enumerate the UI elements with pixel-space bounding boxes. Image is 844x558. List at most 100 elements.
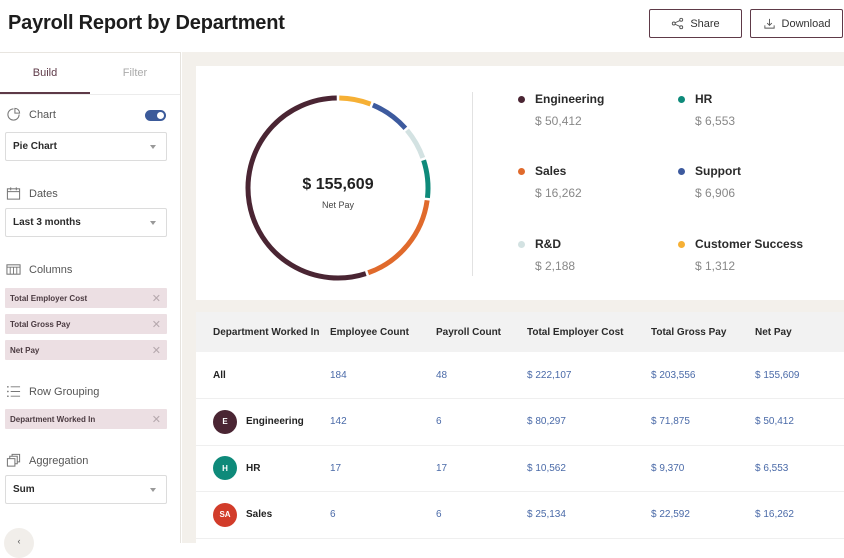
table-row[interactable]: E Engineering 142 6 $ 80,297 $ 71,875 $ 50,412 <box>196 398 844 446</box>
legend-label: HR <box>695 92 713 106</box>
legend-item: Support $ 6,906 <box>678 164 741 200</box>
download-button[interactable]: Download <box>750 9 843 38</box>
page-header: Payroll Report by Department Share Downl… <box>0 0 844 52</box>
donut-slice-customer-success[interactable] <box>339 95 372 107</box>
share-label: Share <box>690 17 720 30</box>
department-name: HR <box>246 462 261 474</box>
download-icon <box>763 18 775 29</box>
legend-value: $ 16,262 <box>535 186 582 200</box>
share-button[interactable]: Share <box>649 9 742 38</box>
column-chip: Net Pay ✕ <box>5 340 167 360</box>
sidebar-tabs: Build Filter <box>0 53 180 95</box>
department-name: Sales <box>246 509 273 521</box>
collapse-sidebar-button[interactable]: ‹ <box>4 528 34 558</box>
donut-center-label: Net Pay <box>321 200 354 210</box>
columns-label: Columns <box>29 263 73 276</box>
payroll-count-cell[interactable]: 17 <box>436 445 527 492</box>
chart-type-select[interactable]: Pie Chart <box>5 132 167 161</box>
calendar-icon <box>6 187 21 200</box>
column-header[interactable]: Total Gross Pay <box>651 312 755 352</box>
employer-cost-cell[interactable]: $ 10,562 <box>527 445 651 492</box>
donut-slice-sales[interactable] <box>367 199 430 276</box>
report-main: $ 155,609 Net Pay Engineering $ 50,412 H… <box>182 52 844 543</box>
employer-cost-cell[interactable]: $ 80,297 <box>527 398 651 446</box>
legend-value: $ 6,906 <box>695 186 736 200</box>
column-chip-label: Net Pay <box>10 345 40 355</box>
chart-section-label: Chart <box>6 107 56 122</box>
legend-label: Customer Success <box>695 237 804 251</box>
net-pay-cell[interactable]: $ 50,412 <box>755 398 844 446</box>
net-pay-cell[interactable]: $ 16,262 <box>755 491 844 539</box>
department-cell: H HR <box>213 456 330 481</box>
department-name: All <box>213 369 226 381</box>
legend-item: HR $ 6,553 <box>678 92 735 128</box>
gross-pay-cell[interactable]: $ 71,875 <box>651 398 755 446</box>
department-cell: E Engineering <box>213 409 330 434</box>
column-header[interactable]: Payroll Count <box>436 312 527 352</box>
chart-toggle[interactable] <box>145 110 166 121</box>
chevron-left-icon: ‹ <box>17 536 21 546</box>
remove-icon[interactable]: ✕ <box>152 344 161 357</box>
department-avatar: H <box>213 456 237 481</box>
table-row[interactable]: All 184 48 $ 222,107 $ 203,556 $ 155,609 <box>196 352 844 399</box>
remove-icon[interactable]: ✕ <box>152 413 161 426</box>
column-chip: Total Employer Cost ✕ <box>5 288 167 308</box>
table-row[interactable]: H HR 17 17 $ 10,562 $ 9,370 $ 6,553 <box>196 445 844 492</box>
tab-build[interactable]: Build <box>0 53 90 94</box>
table-header-row: Department Worked In Employee Count Payr… <box>196 312 844 352</box>
aggregation-section-label: Aggregation <box>6 453 88 468</box>
tab-filter[interactable]: Filter <box>90 53 180 94</box>
legend-dot <box>518 240 525 248</box>
aggregation-select[interactable]: Sum <box>5 475 167 504</box>
legend-dot <box>518 95 525 103</box>
legend-dot <box>678 240 685 248</box>
report-table: Department Worked In Employee Count Payr… <box>196 312 844 539</box>
chart-card: $ 155,609 Net Pay Engineering $ 50,412 H… <box>196 66 844 300</box>
donut-slice-support[interactable] <box>371 102 408 130</box>
chart-label: Chart <box>29 108 56 121</box>
copy-stack-icon <box>6 453 21 467</box>
chart-type-value: Pie Chart <box>13 141 57 152</box>
gross-pay-cell[interactable]: $ 22,592 <box>651 491 755 539</box>
chevron-down-icon <box>150 220 156 225</box>
payroll-count-cell[interactable]: 6 <box>436 398 527 446</box>
employee-count-cell[interactable]: 6 <box>330 491 436 539</box>
date-range-value: Last 3 months <box>13 217 81 228</box>
row-grouping-chip-label: Department Worked In <box>10 414 96 424</box>
employer-cost-cell[interactable]: $ 25,134 <box>527 491 651 539</box>
column-header[interactable]: Total Employer Cost <box>527 312 651 352</box>
legend-label: Engineering <box>535 92 605 106</box>
chart-icon <box>7 107 21 121</box>
employee-count-cell[interactable]: 17 <box>330 445 436 492</box>
payroll-count-cell[interactable]: 48 <box>436 352 527 399</box>
report-table-card: Department Worked In Employee Count Payr… <box>196 312 844 543</box>
legend-dot <box>678 95 685 103</box>
payroll-count-cell[interactable]: 6 <box>436 491 527 539</box>
column-chip-label: Total Gross Pay <box>10 319 71 329</box>
legend-dot <box>518 167 525 175</box>
employee-count-cell[interactable]: 142 <box>330 398 436 446</box>
date-range-select[interactable]: Last 3 months <box>5 208 167 237</box>
donut-slice-r-d[interactable] <box>405 128 426 159</box>
list-icon <box>7 385 21 398</box>
row-grouping-label: Row Grouping <box>29 385 100 398</box>
remove-icon[interactable]: ✕ <box>152 318 161 331</box>
row-grouping-chip: Department Worked In ✕ <box>5 409 167 429</box>
net-pay-cell[interactable]: $ 155,609 <box>755 352 844 399</box>
dates-label: Dates <box>29 187 58 200</box>
table-row[interactable]: SA Sales 6 6 $ 25,134 $ 22,592 $ 16,262 <box>196 491 844 539</box>
employer-cost-cell[interactable]: $ 222,107 <box>527 352 651 399</box>
column-header[interactable]: Employee Count <box>330 312 436 352</box>
aggregation-label: Aggregation <box>29 454 89 467</box>
net-pay-cell[interactable]: $ 6,553 <box>755 445 844 492</box>
column-header[interactable]: Net Pay <box>755 312 844 352</box>
employee-count-cell[interactable]: 184 <box>330 352 436 399</box>
remove-icon[interactable]: ✕ <box>152 292 161 305</box>
column-header[interactable]: Department Worked In <box>196 312 330 352</box>
gross-pay-cell[interactable]: $ 9,370 <box>651 445 755 492</box>
row-grouping-section-label: Row Grouping <box>6 384 99 399</box>
columns-section-label: Columns <box>6 262 72 277</box>
column-chip-label: Total Employer Cost <box>10 293 88 303</box>
department-avatar: SA <box>213 502 237 527</box>
gross-pay-cell[interactable]: $ 203,556 <box>651 352 755 399</box>
